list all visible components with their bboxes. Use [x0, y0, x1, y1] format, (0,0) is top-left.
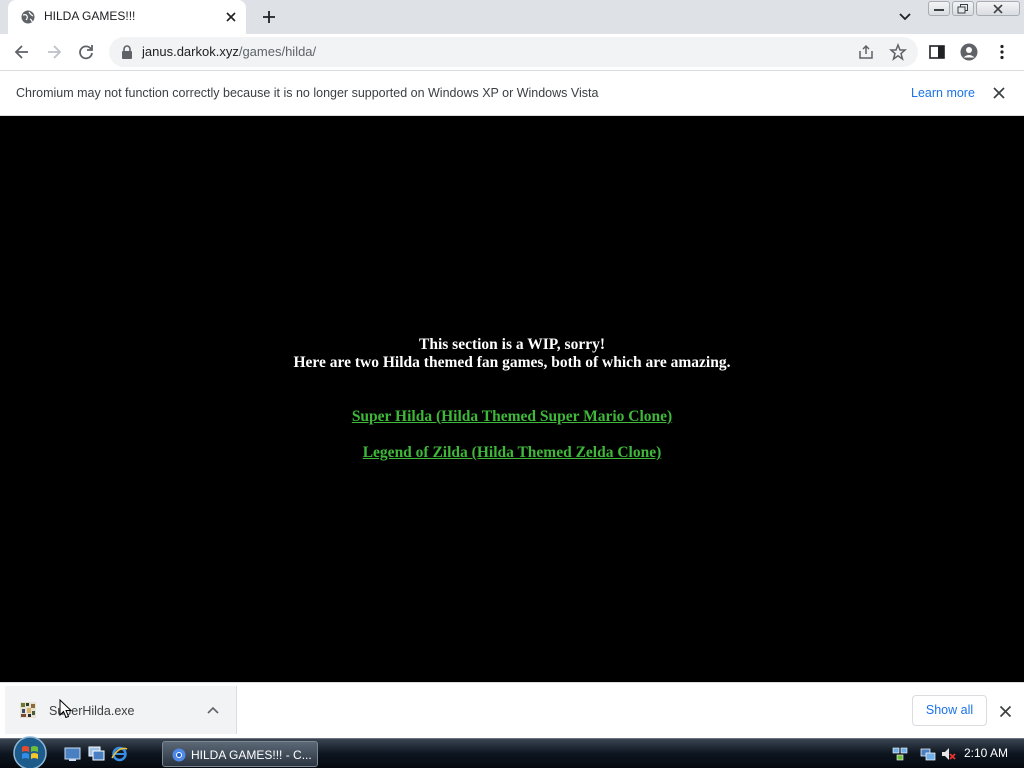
url-host: janus.darkok.xyz — [142, 44, 239, 59]
share-icon[interactable] — [857, 43, 875, 61]
tab-title: HILDA GAMES!!! — [44, 9, 136, 23]
internet-explorer-icon[interactable] — [111, 746, 128, 762]
side-panel-icon[interactable] — [928, 43, 946, 61]
windows-taskbar: HILDA GAMES!!! - C... 2:10 AM — [0, 735, 1024, 768]
new-tab-icon[interactable] — [259, 7, 279, 27]
lock-icon[interactable] — [121, 45, 133, 59]
chromium-icon — [172, 748, 186, 762]
network-tray-icon[interactable] — [892, 746, 908, 762]
switch-windows-icon[interactable] — [88, 746, 105, 762]
reload-icon[interactable] — [77, 43, 95, 61]
forward-arrow-icon[interactable] — [45, 43, 63, 61]
taskbar-clock: 2:10 AM — [964, 746, 1009, 760]
address-bar[interactable]: janus.darkok.xyz/games/hilda/ — [109, 37, 918, 67]
network-connection-icon[interactable] — [920, 746, 936, 762]
kebab-menu-icon[interactable] — [993, 43, 1011, 61]
taskbar-chromium-window[interactable]: HILDA GAMES!!! - C... — [162, 741, 318, 767]
chevron-down-icon[interactable] — [896, 9, 914, 25]
bookmark-star-icon[interactable] — [889, 43, 907, 61]
url-text[interactable]: janus.darkok.xyz/games/hilda/ — [142, 44, 316, 59]
tab-strip: HILDA GAMES!!! — [0, 0, 1024, 34]
web-page-content: This section is a WIP, sorry! Here are t… — [0, 116, 1024, 682]
url-path: /games/hilda/ — [238, 44, 317, 59]
back-arrow-icon[interactable] — [13, 43, 31, 61]
taskbar-window-label: HILDA GAMES!!! - C... — [191, 748, 312, 762]
window-close-button[interactable] — [976, 1, 1020, 16]
legend-of-zilda-link[interactable]: Legend of Zilda (Hilda Themed Zelda Clon… — [0, 444, 1024, 462]
show-desktop-icon[interactable] — [64, 746, 81, 762]
maximize-button[interactable] — [952, 1, 974, 16]
exe-file-icon — [20, 702, 36, 718]
wip-notice: This section is a WIP, sorry! — [418, 336, 605, 353]
infobar-message: Chromium may not function correctly beca… — [16, 86, 599, 100]
minimize-icon — [934, 8, 944, 11]
chevron-up-icon[interactable] — [206, 705, 220, 715]
intro-text: Here are two Hilda themed fan games, bot… — [293, 354, 731, 371]
download-item[interactable]: SuperHilda.exe — [5, 686, 237, 734]
unsupported-os-infobar: Chromium may not function correctly beca… — [0, 71, 1024, 116]
restore-icon — [957, 3, 968, 13]
show-all-downloads-button[interactable]: Show all — [912, 695, 987, 726]
minimize-button[interactable] — [928, 1, 950, 16]
start-orb-icon[interactable] — [10, 735, 50, 768]
close-icon — [993, 4, 1003, 13]
download-shelf: SuperHilda.exe Show all — [0, 682, 1024, 738]
super-hilda-link[interactable]: Super Hilda (Hilda Themed Super Mario Cl… — [0, 408, 1024, 426]
browser-toolbar: janus.darkok.xyz/games/hilda/ — [0, 34, 1024, 71]
volume-muted-icon[interactable] — [940, 746, 956, 762]
close-shelf-icon[interactable] — [999, 705, 1012, 718]
mouse-cursor-icon — [59, 699, 73, 719]
globe-icon — [21, 10, 35, 24]
close-tab-icon[interactable] — [223, 9, 239, 25]
infobar-close-icon[interactable] — [992, 86, 1006, 100]
learn-more-link[interactable]: Learn more — [911, 86, 975, 100]
profile-avatar-icon[interactable] — [960, 43, 978, 61]
browser-tab[interactable]: HILDA GAMES!!! — [8, 0, 246, 34]
